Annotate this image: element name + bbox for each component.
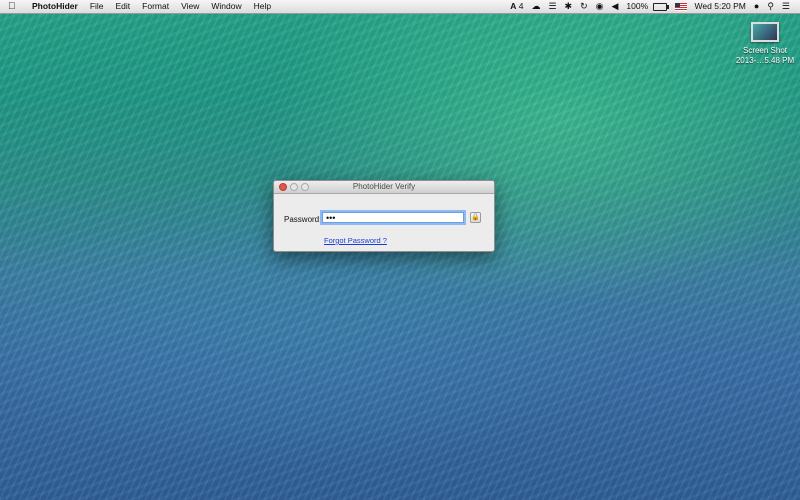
screenshot-thumbnail-icon — [751, 22, 779, 42]
wifi-icon[interactable]: ◉ — [592, 0, 608, 13]
search-icon[interactable]: ⚲ — [763, 0, 778, 13]
battery-percent: 100% — [626, 1, 649, 11]
volume-icon[interactable]: ◀ — [608, 0, 623, 13]
clock[interactable]: Wed 5:20 PM — [691, 0, 750, 13]
battery-status[interactable]: 100% — [622, 0, 670, 13]
notification-list-icon[interactable]: ☰ — [778, 0, 794, 13]
user-icon[interactable]: ● — [750, 0, 763, 13]
list-icon[interactable]: ☰ — [544, 0, 560, 13]
desktop-file-label-line2: 2013-…5.48 PM — [735, 56, 795, 65]
menu-help[interactable]: Help — [248, 0, 277, 13]
adobe-icon[interactable]: A 4 — [506, 0, 527, 13]
battery-icon — [652, 2, 669, 11]
menu-file[interactable]: File — [84, 0, 110, 13]
password-field[interactable]: ••• — [322, 212, 464, 223]
desktop-file-screenshot[interactable]: Screen Shot 2013-…5.48 PM — [732, 22, 798, 66]
lock-icon[interactable]: 🔒 — [470, 212, 481, 223]
window-title: PhotoHider Verify — [352, 182, 416, 191]
menu-window[interactable]: Window — [205, 0, 247, 13]
apple-icon[interactable]:  — [8, 0, 20, 13]
menu-edit[interactable]: Edit — [110, 0, 137, 13]
menu-format[interactable]: Format — [136, 0, 175, 13]
menu-bar:  PhotoHider File Edit Format View Windo… — [0, 0, 800, 14]
password-label: Password: — [284, 215, 322, 224]
adobe-count: 4 — [518, 1, 524, 11]
bluetooth-icon[interactable]: ✱ — [561, 0, 577, 13]
window-titlebar[interactable]: PhotoHider Verify — [274, 181, 494, 194]
menu-view[interactable]: View — [175, 0, 205, 13]
desktop-file-label-line1: Screen Shot — [742, 46, 788, 55]
us-flag-icon[interactable] — [671, 0, 691, 13]
photohider-verify-dialog: PhotoHider Verify Password: ••• 🔒 Forgot… — [273, 180, 495, 252]
menu-app-name[interactable]: PhotoHider — [30, 0, 84, 13]
forgot-password-link[interactable]: Forgot Password ? — [324, 236, 387, 245]
time-machine-icon[interactable]: ↻ — [576, 0, 592, 13]
cloud-icon[interactable]: ☁ — [527, 0, 544, 13]
